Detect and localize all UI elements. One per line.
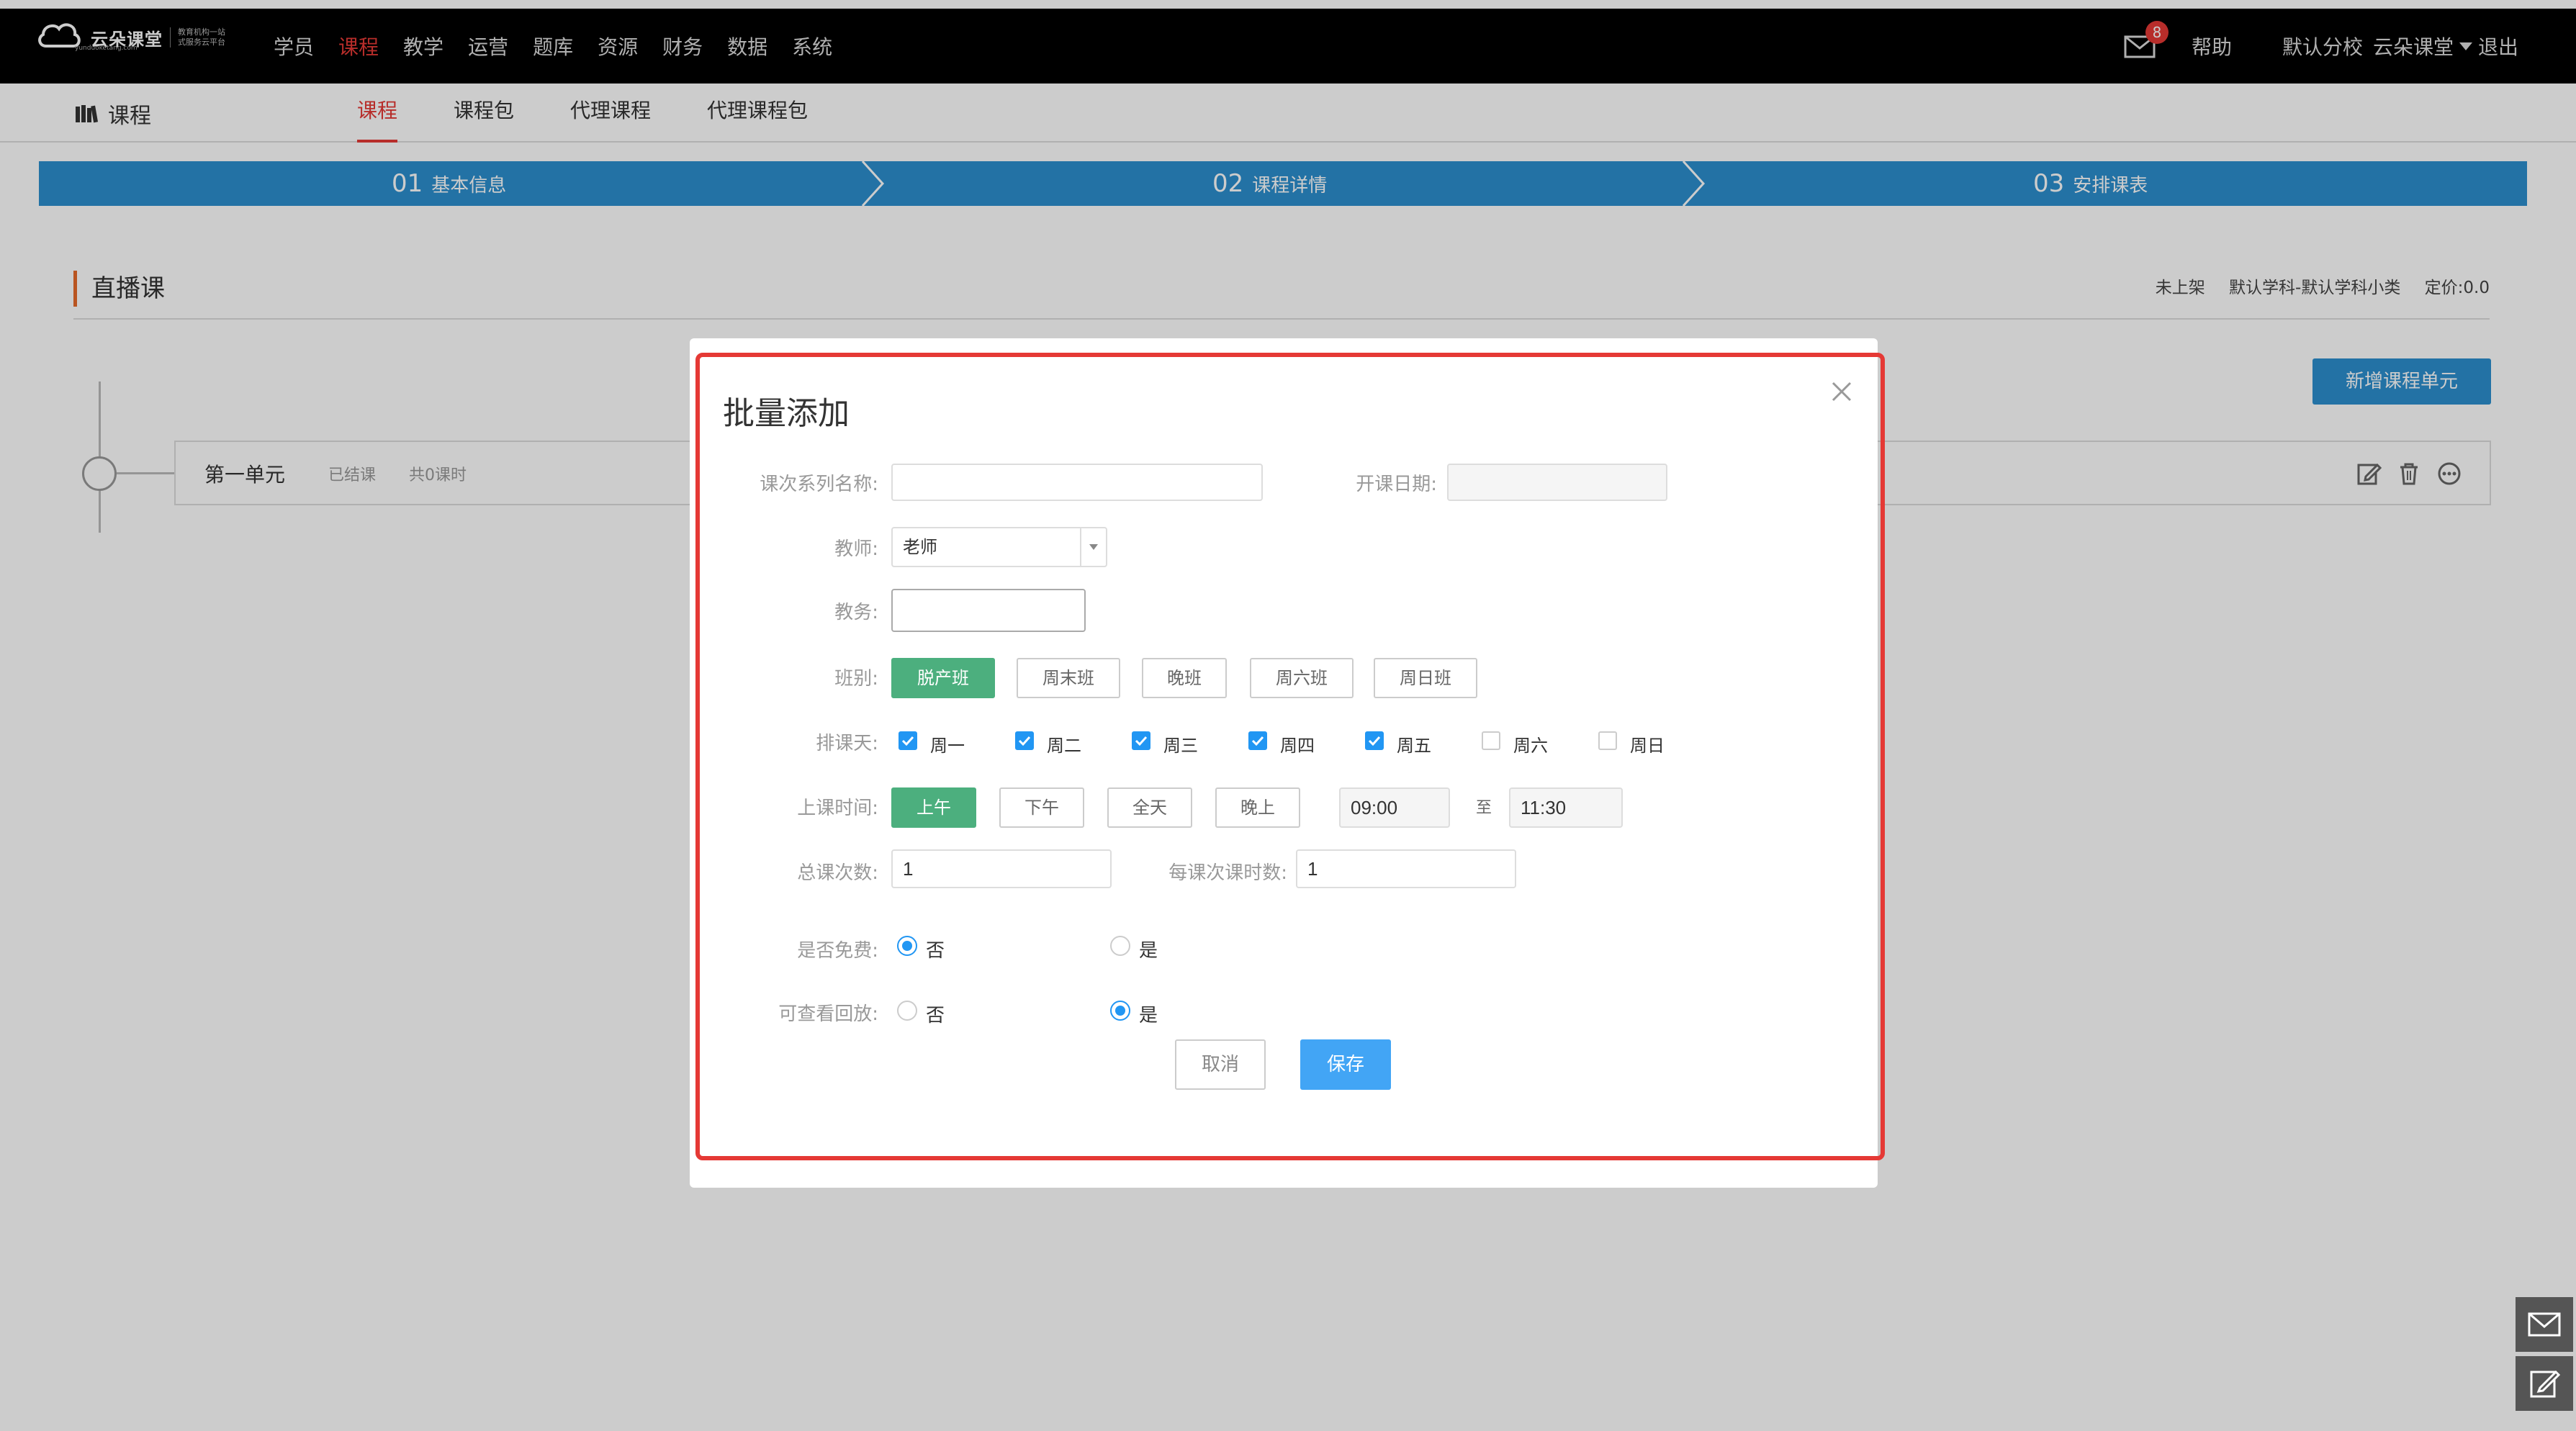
edit-icon [2530,1370,2560,1398]
check-icon [1135,736,1148,746]
day-checkbox-fri[interactable] [1365,731,1384,750]
time-option-evening[interactable]: 晚上 [1215,787,1300,828]
day-label-thu: 周四 [1280,736,1315,756]
class-option-sunday[interactable]: 周日班 [1374,658,1477,698]
class-option-saturday[interactable]: 周六班 [1250,658,1354,698]
replay-yes-radio[interactable] [1110,1001,1130,1021]
day-checkbox-mon[interactable] [899,731,917,750]
day-label-fri: 周五 [1397,736,1431,756]
assistant-label: 教务: [834,602,878,623]
time-end-input[interactable] [1509,787,1623,828]
class-time-label: 上课时间: [797,798,878,819]
day-label-tue: 周二 [1047,736,1081,756]
day-checkbox-sat[interactable] [1482,731,1500,750]
check-icon [1018,736,1031,746]
hours-per-session-label: 每课次课时数: [1168,862,1287,884]
replay-yes-label: 是 [1139,1005,1158,1026]
teacher-label: 教师: [834,538,878,560]
time-option-morning[interactable]: 上午 [891,787,976,828]
day-checkbox-sun[interactable] [1598,731,1617,750]
class-option-fulltime[interactable]: 脱产班 [891,658,995,698]
day-label-sat: 周六 [1513,736,1548,756]
total-sessions-label: 总课次数: [797,862,878,884]
schedule-days-label: 排课天: [816,733,878,754]
hours-per-session-input[interactable] [1296,849,1516,888]
assistant-input[interactable] [891,589,1086,632]
day-checkbox-thu[interactable] [1248,731,1267,750]
replay-no-radio[interactable] [897,1001,917,1021]
day-label-sun: 周日 [1630,736,1665,756]
start-date-input[interactable] [1447,464,1667,501]
chevron-down-icon[interactable] [1080,528,1106,566]
replay-no-label: 否 [926,1005,945,1026]
total-sessions-input[interactable] [891,849,1112,888]
day-checkbox-tue[interactable] [1015,731,1034,750]
feedback-float-button[interactable] [2516,1356,2573,1411]
check-icon [901,736,914,746]
free-yes-radio[interactable] [1110,936,1130,956]
free-no-radio[interactable] [897,936,917,956]
class-option-weekend[interactable]: 周末班 [1017,658,1120,698]
free-no-label: 否 [926,940,945,962]
series-name-label: 课次系列名称: [760,474,878,495]
mail-icon [2528,1312,2561,1337]
series-name-input[interactable] [891,464,1263,501]
replay-label: 可查看回放: [778,1003,878,1025]
day-checkbox-wed[interactable] [1132,731,1150,750]
teacher-select-value: 老师 [903,537,937,557]
time-option-afternoon[interactable]: 下午 [999,787,1084,828]
dialog-title: 批量添加 [723,395,850,432]
message-float-button[interactable] [2516,1297,2573,1352]
time-start-input[interactable] [1339,787,1450,828]
start-date-label: 开课日期: [1356,474,1437,495]
teacher-select[interactable]: 老师 [891,527,1107,567]
check-icon [1368,736,1381,746]
class-type-label: 班别: [834,668,878,690]
check-icon [1251,736,1264,746]
class-option-evening[interactable]: 晚班 [1142,658,1227,698]
free-label: 是否免费: [797,940,878,962]
free-yes-label: 是 [1139,940,1158,962]
time-option-allday[interactable]: 全天 [1107,787,1192,828]
time-range-separator: 至 [1476,799,1492,817]
cancel-button[interactable]: 取消 [1175,1039,1266,1090]
day-label-wed: 周三 [1163,736,1198,756]
save-button[interactable]: 保存 [1300,1039,1391,1090]
close-icon[interactable] [1827,377,1856,406]
day-label-mon: 周一 [930,736,965,756]
